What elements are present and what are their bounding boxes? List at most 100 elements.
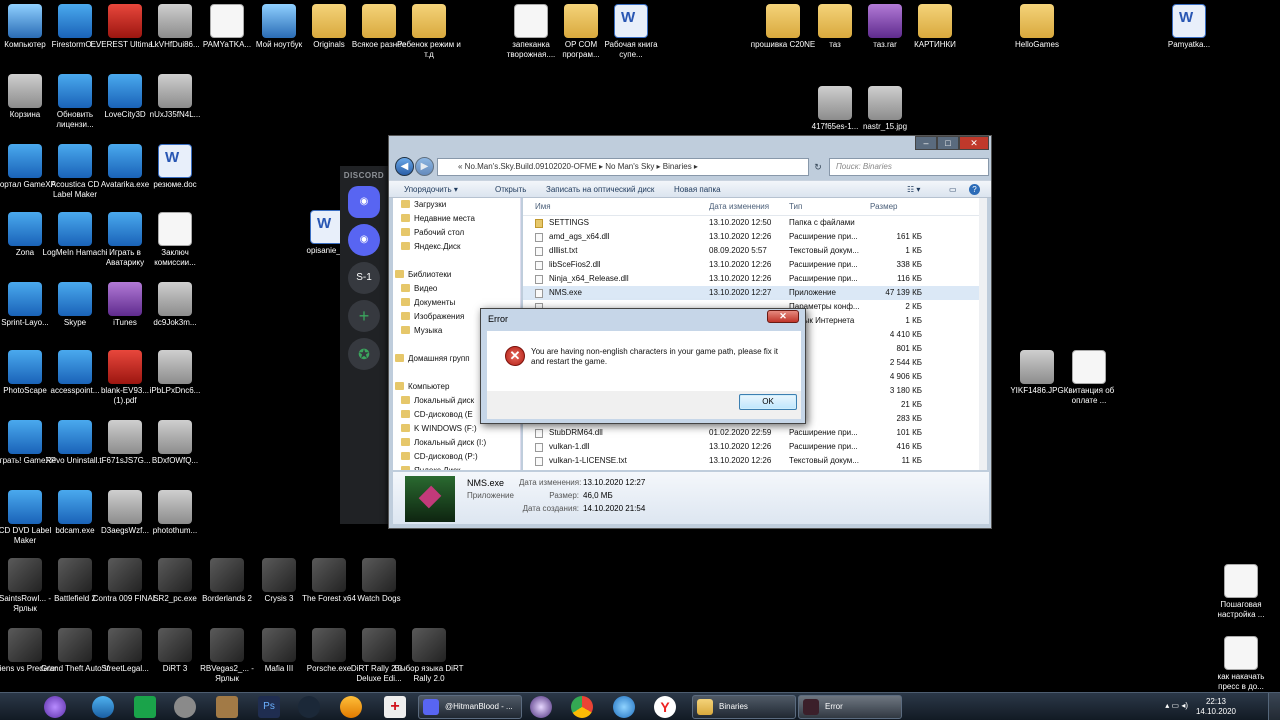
desktop-icon[interactable]: резюме.doc bbox=[140, 144, 210, 190]
desktop-icon[interactable]: Ребенок режим и т.д bbox=[394, 4, 464, 60]
desktop-icon[interactable]: Пошаговая настройка ... bbox=[1206, 564, 1276, 620]
image-icon bbox=[108, 420, 142, 454]
desktop-icon[interactable]: как накачать пресс в до... bbox=[1206, 636, 1276, 692]
clock[interactable]: 22:13 14.10.2020 bbox=[1196, 697, 1236, 717]
desktop-icon[interactable]: Рабочая книга супе... bbox=[596, 4, 666, 60]
nav-item[interactable]: Видео bbox=[393, 282, 520, 296]
taskbar-discord[interactable]: @HitmanBlood - ... bbox=[418, 695, 522, 719]
file-row[interactable]: libSceFios2.dll 13.10.2020 12:26 Расширени… bbox=[523, 258, 987, 272]
game-icon bbox=[58, 628, 92, 662]
desktop-icon[interactable]: photothum... bbox=[140, 490, 210, 536]
green-app-icon[interactable] bbox=[134, 696, 156, 718]
file-row[interactable]: Ninja_x64_Release.dll 13.10.2020 12:26 Рас… bbox=[523, 272, 987, 286]
nav-item[interactable]: Загрузки bbox=[393, 198, 520, 212]
desktop-icon-label: Pamyatka... bbox=[1167, 40, 1211, 49]
details-pane: NMS.exe Приложение Дата изменения: 13.10… bbox=[393, 472, 989, 524]
nav-item[interactable]: K WINDOWS (F:) bbox=[393, 422, 520, 436]
desktop-icon[interactable]: Pamyatka... bbox=[1154, 4, 1224, 50]
desktop-icon[interactable]: HelloGames bbox=[1002, 4, 1072, 50]
column-type[interactable]: Тип bbox=[789, 198, 802, 216]
desktop-icon[interactable]: Заключ комиссии... bbox=[140, 212, 210, 268]
file-row[interactable]: vulkan-1.dll 13.10.2020 12:26 Расширение п… bbox=[523, 440, 987, 454]
desktop-icon[interactable]: nUxJ35fN4L... bbox=[140, 74, 210, 120]
red-cross-icon[interactable]: + bbox=[384, 696, 406, 718]
yandex-browser-icon[interactable]: Y bbox=[654, 696, 676, 718]
photoshop-icon[interactable]: Ps bbox=[258, 696, 280, 718]
torrent-icon[interactable] bbox=[340, 696, 362, 718]
desktop-icon[interactable]: Квитанция об оплате ... bbox=[1054, 350, 1124, 406]
desktop-icon[interactable]: КАРТИНКИ bbox=[900, 4, 970, 50]
nav-item[interactable]: Яндекс.Диск bbox=[393, 464, 520, 470]
desktop-icon[interactable]: dc9Jok3m... bbox=[140, 282, 210, 328]
nav-item[interactable]: Рабочий стол bbox=[393, 226, 520, 240]
minimize-button[interactable]: – bbox=[915, 136, 937, 150]
alice-icon[interactable] bbox=[44, 696, 66, 718]
back-button[interactable]: ◀ bbox=[395, 157, 414, 176]
file-size: 338 КБ bbox=[896, 260, 922, 269]
desktop-icon[interactable]: BDxfOWfQ... bbox=[140, 420, 210, 466]
preview-pane-icon[interactable]: ▭ bbox=[949, 185, 957, 194]
desktop-icon[interactable]: Watch Dogs bbox=[344, 558, 414, 604]
app-icon bbox=[108, 144, 142, 178]
desktop-icon[interactable]: iPbLPxDnc6... bbox=[140, 350, 210, 396]
media-player-icon[interactable] bbox=[174, 696, 196, 718]
file-row[interactable]: vulkan-1-LICENSE.txt 13.10.2020 12:26 Текс… bbox=[523, 454, 987, 468]
show-desktop-button[interactable] bbox=[1268, 693, 1280, 720]
internet-explorer-icon[interactable] bbox=[92, 696, 114, 718]
game-icon bbox=[8, 558, 42, 592]
steam-icon[interactable] bbox=[298, 696, 320, 718]
desktop-icon-label: iPbLPxDnc6... bbox=[149, 386, 201, 395]
details-size: 46,0 МБ bbox=[583, 491, 613, 500]
view-options-icon[interactable]: ☷ ▾ bbox=[907, 185, 920, 194]
discord-home-button[interactable]: ◉ bbox=[348, 186, 380, 218]
app-icon bbox=[58, 350, 92, 384]
discord-server-s1[interactable]: S-1 bbox=[348, 262, 380, 294]
address-bar[interactable]: « No.Man's.Sky.Build.09102020-OFME ▸ No … bbox=[437, 158, 809, 176]
explore-icon[interactable]: ✪ bbox=[348, 338, 380, 370]
blue-app-icon[interactable] bbox=[613, 696, 635, 718]
disc-icon[interactable] bbox=[530, 696, 552, 718]
maximize-button[interactable]: □ bbox=[937, 136, 959, 150]
dialog-close-button[interactable]: ✕ bbox=[767, 310, 799, 323]
organize-button[interactable]: Упорядочить ▾ bbox=[404, 185, 458, 194]
close-button[interactable]: ✕ bbox=[959, 136, 989, 150]
nav-item-label: Рабочий стол bbox=[414, 228, 465, 237]
desktop-icon[interactable]: Выбор языка DiRT Rally 2.0 bbox=[394, 628, 464, 684]
ok-button[interactable]: OK bbox=[739, 394, 797, 410]
file-row[interactable]: StubDRM64.dll 01.02.2020 22:59 Расширение … bbox=[523, 426, 987, 440]
column-size[interactable]: Размер bbox=[870, 198, 898, 216]
refresh-icon[interactable]: ↻ bbox=[810, 158, 826, 176]
taskbar-error[interactable]: Error bbox=[798, 695, 902, 719]
add-server-button[interactable]: + bbox=[348, 300, 380, 332]
search-input[interactable]: Поиск: Binaries bbox=[829, 158, 989, 176]
desktop-icon[interactable]: nastr_15.jpg bbox=[850, 86, 920, 132]
discord-server-button[interactable]: ◉ bbox=[348, 224, 380, 256]
game-icon bbox=[312, 558, 346, 592]
file-row[interactable]: dlllist.txt 08.09.2020 5:57 Текстовый доку… bbox=[523, 244, 987, 258]
chrome-icon[interactable] bbox=[571, 696, 593, 718]
help-icon[interactable]: ? bbox=[969, 184, 980, 195]
tray-icons[interactable]: ▴ ▭ ◂) bbox=[1165, 701, 1188, 710]
open-button[interactable]: Открыть bbox=[495, 185, 526, 194]
nav-item[interactable]: Яндекс.Диск bbox=[393, 240, 520, 254]
nav-item[interactable]: Локальный диск (I:) bbox=[393, 436, 520, 450]
column-date[interactable]: Дата изменения bbox=[709, 198, 769, 216]
explorer-titlebar[interactable] bbox=[389, 136, 991, 158]
nav-item[interactable]: CD-дисковод (P:) bbox=[393, 450, 520, 464]
clock-time: 22:13 bbox=[1205, 697, 1226, 706]
nav-item[interactable]: Библиотеки bbox=[393, 268, 520, 282]
new-folder-button[interactable]: Новая папка bbox=[674, 185, 721, 194]
column-name[interactable]: Имя bbox=[535, 198, 551, 216]
forward-button[interactable]: ▶ bbox=[415, 157, 434, 176]
game-icon[interactable] bbox=[216, 696, 238, 718]
nav-item[interactable]: Недавние места bbox=[393, 212, 520, 226]
burn-button[interactable]: Записать на оптический диск bbox=[546, 185, 654, 194]
scrollbar[interactable] bbox=[979, 198, 987, 470]
command-bar: Упорядочить ▾ Открыть Записать на оптиче… bbox=[389, 180, 991, 198]
discord-title: DISCORD bbox=[343, 171, 385, 180]
file-row[interactable]: NMS.exe 13.10.2020 12:27 Приложение 47 139 … bbox=[523, 286, 987, 300]
taskbar-binaries[interactable]: Binaries bbox=[692, 695, 796, 719]
nav-item-label: Компьютер bbox=[408, 382, 450, 391]
file-row[interactable]: amd_ags_x64.dll 13.10.2020 12:26 Расширени… bbox=[523, 230, 987, 244]
file-row[interactable]: SETTINGS 13.10.2020 12:50 Папка с файлами bbox=[523, 216, 987, 230]
